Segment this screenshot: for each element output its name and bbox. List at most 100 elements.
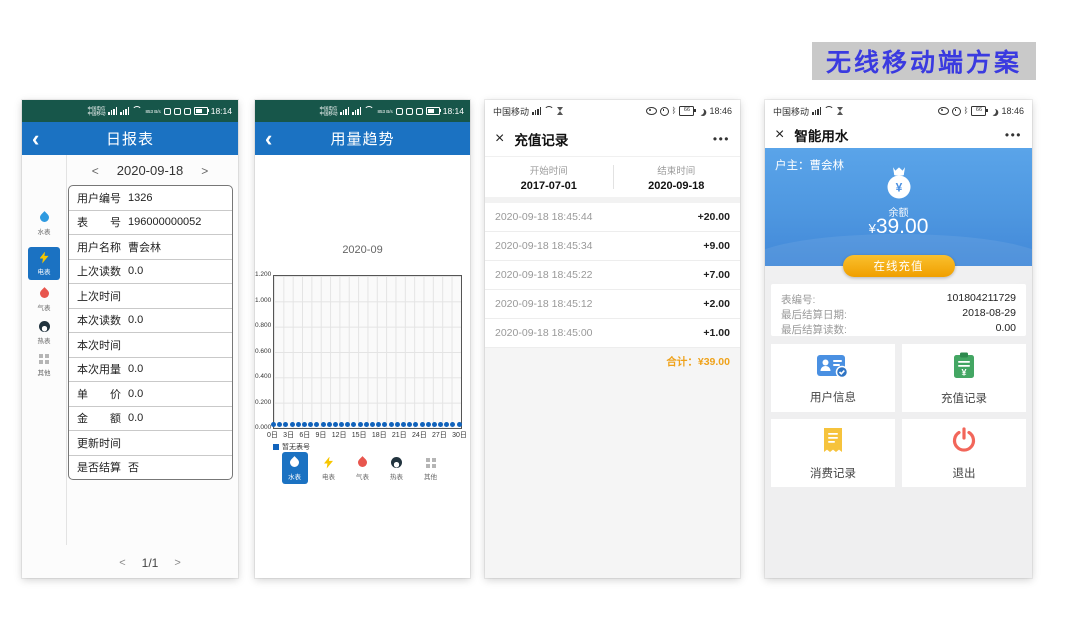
page-indicator: 1/1 [142, 556, 159, 570]
next-date-button[interactable]: > [201, 164, 208, 178]
x-tick-label: 0日 [267, 430, 278, 440]
tile-充值记录[interactable]: ¥ 充值记录 [902, 344, 1026, 412]
svg-text:¥: ¥ [895, 181, 902, 195]
info-row: 表编号:101804211729 [781, 292, 1016, 307]
tab-other[interactable]: 其他 [418, 452, 444, 481]
bluetooth-icon: ᛒ [672, 107, 677, 115]
signal-bars-icon [120, 107, 129, 115]
data-point [321, 422, 326, 427]
tab-electric[interactable]: 电表 [316, 452, 342, 481]
data-point [450, 422, 455, 427]
table-row: 上次读数0.0 [69, 260, 232, 285]
function-tiles: 用户信息 ¥ 充值记录消费记录 退出 [771, 344, 1026, 487]
tile-label: 用户信息 [810, 389, 856, 405]
electric-meter-icon [40, 252, 49, 264]
owner-label: 户主：曹会林 [775, 157, 844, 173]
sidebar-item-water[interactable]: 水表 [22, 211, 66, 236]
record-row: 2020-09-18 18:45:12+2.00 [485, 290, 740, 319]
clock-text: 18:46 [709, 106, 732, 116]
tile-label: 消费记录 [810, 465, 856, 481]
row-label: 单 价 [77, 386, 121, 402]
start-date-picker[interactable]: 开始时间 2017-07-01 [485, 157, 613, 197]
back-button[interactable]: ‹ [32, 125, 39, 153]
sidebar-item-label: 热表 [38, 335, 51, 345]
legend-swatch [273, 444, 279, 450]
tile-消费记录[interactable]: 消费记录 [771, 419, 895, 487]
date-range-bar: 开始时间 2017-07-01 结束时间 2020-09-18 [485, 157, 740, 203]
data-point [407, 422, 412, 427]
prev-date-button[interactable]: < [92, 164, 99, 178]
chart-data-points [271, 422, 462, 427]
close-icon[interactable]: × [775, 127, 784, 143]
more-menu-icon[interactable]: ••• [713, 132, 730, 146]
tile-用户信息[interactable]: 用户信息 [771, 344, 895, 412]
row-value: 196000000052 [128, 216, 201, 228]
sidebar-item-heat[interactable]: 热表 [22, 320, 66, 345]
power-icon [949, 426, 979, 459]
x-tick-label: 18日 [372, 430, 387, 440]
svg-text:¥: ¥ [961, 367, 966, 377]
row-value: 0.0 [128, 363, 143, 375]
eye-comfort-icon [646, 107, 657, 115]
tab-gas[interactable]: 气表 [350, 452, 376, 481]
bluetooth-icon [416, 108, 423, 115]
row-value: 1326 [128, 192, 152, 204]
end-date-label: 结束时间 [657, 163, 695, 177]
date-value[interactable]: 2020-09-18 [117, 163, 184, 178]
row-label: 用户编号 [77, 190, 121, 206]
online-recharge-button[interactable]: 在线充值 [843, 255, 955, 277]
data-point [314, 422, 319, 427]
nav-title: 用量趋势 [255, 128, 470, 149]
row-label: 金 额 [77, 410, 121, 426]
heat-meter-icon [39, 321, 50, 332]
prev-page-button[interactable]: < [119, 557, 125, 569]
alarm-icon [174, 108, 181, 115]
y-tick-label: 0.400 [255, 373, 270, 380]
tab-water[interactable]: 水表 [282, 452, 308, 484]
date-picker: < 2020-09-18 > [68, 163, 232, 178]
row-value: 否 [128, 459, 139, 475]
tile-label: 充值记录 [941, 390, 987, 406]
end-date-picker[interactable]: 结束时间 2020-09-18 [613, 157, 741, 197]
receipt-icon [820, 426, 846, 459]
sidebar-item-electric[interactable]: 电表 [28, 247, 60, 280]
close-icon[interactable]: × [495, 131, 504, 147]
next-page-button[interactable]: > [174, 557, 180, 569]
tab-label: 水表 [288, 471, 301, 481]
sidebar-item-gas[interactable]: 气表 [22, 287, 66, 312]
alarm-icon [660, 107, 669, 116]
alarm-icon [952, 107, 961, 116]
report-table: 用户编号1326表 号196000000052用户名称曹会林上次读数0.0上次时… [68, 185, 233, 480]
nav-title: 日报表 [22, 128, 238, 149]
data-point [345, 422, 350, 427]
header-title: 智能用水 [794, 125, 848, 145]
gas-meter-icon [356, 456, 369, 469]
header-title: 充值记录 [514, 129, 568, 149]
sidebar-item-other[interactable]: 其他 [22, 352, 66, 377]
table-row: 是否结算否 [69, 456, 232, 480]
back-button[interactable]: ‹ [265, 125, 272, 153]
more-menu-icon[interactable]: ••• [1005, 128, 1022, 142]
tab-heat[interactable]: 热表 [384, 452, 410, 481]
x-tick-label: 21日 [392, 430, 407, 440]
phone-screen-smart-water: 中国移动 ᛒ 66 18:46 × 智能用水 ••• 户主：曹会林 [765, 100, 1032, 578]
chart-x-axis-labels: 0日3日6日9日12日15日18日21日24日27日30日 [267, 430, 467, 440]
sidebar-item-label: 水表 [38, 226, 51, 236]
meter-type-sidebar: 水表电表气表热表其他 [22, 155, 67, 545]
row-label: 用户名称 [77, 239, 121, 255]
data-point [444, 422, 449, 427]
table-row: 金 额0.0 [69, 407, 232, 432]
data-point [382, 422, 387, 427]
tab-label: 气表 [356, 471, 369, 481]
data-point [420, 422, 425, 427]
money-bag-icon: ¥ [882, 165, 916, 206]
carrier-label: 中国移动 [773, 105, 809, 118]
data-point [376, 422, 381, 427]
status-bar: 中国移动 ᛒ 66 18:46 [765, 100, 1032, 122]
phone-screen-recharge-records: 中国移动 ᛒ 66 18:46 × 充值记录 ••• 开始时间 2017-07-… [485, 100, 740, 578]
tile-退出[interactable]: 退出 [902, 419, 1026, 487]
record-list: 2020-09-18 18:45:44+20.002020-09-18 18:4… [485, 203, 740, 348]
battery-icon: 66 [971, 106, 986, 116]
x-tick-label: 6日 [299, 430, 310, 440]
y-tick-label: 0.800 [255, 322, 270, 329]
